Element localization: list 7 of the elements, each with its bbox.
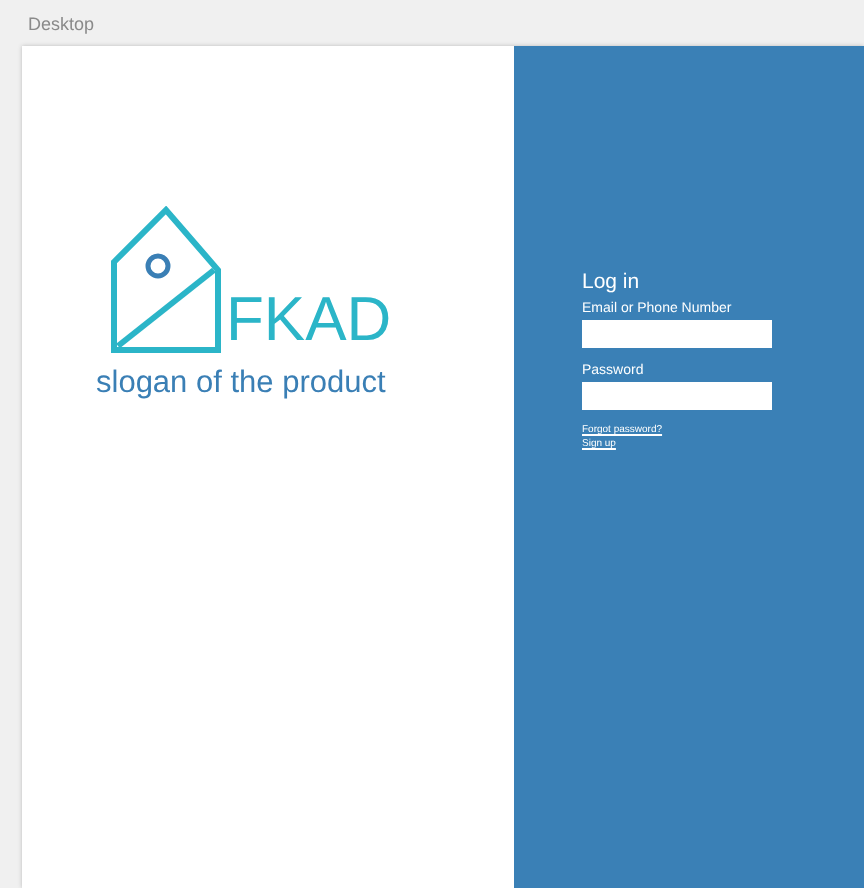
slogan: slogan of the product [96,366,388,402]
login-title: Log in [582,270,642,294]
window-title: Desktop [28,13,95,33]
input-field[interactable] [582,382,772,410]
brand-name: FKAD [226,288,392,350]
house-tag-icon [110,206,222,354]
input-field[interactable] [582,320,772,348]
